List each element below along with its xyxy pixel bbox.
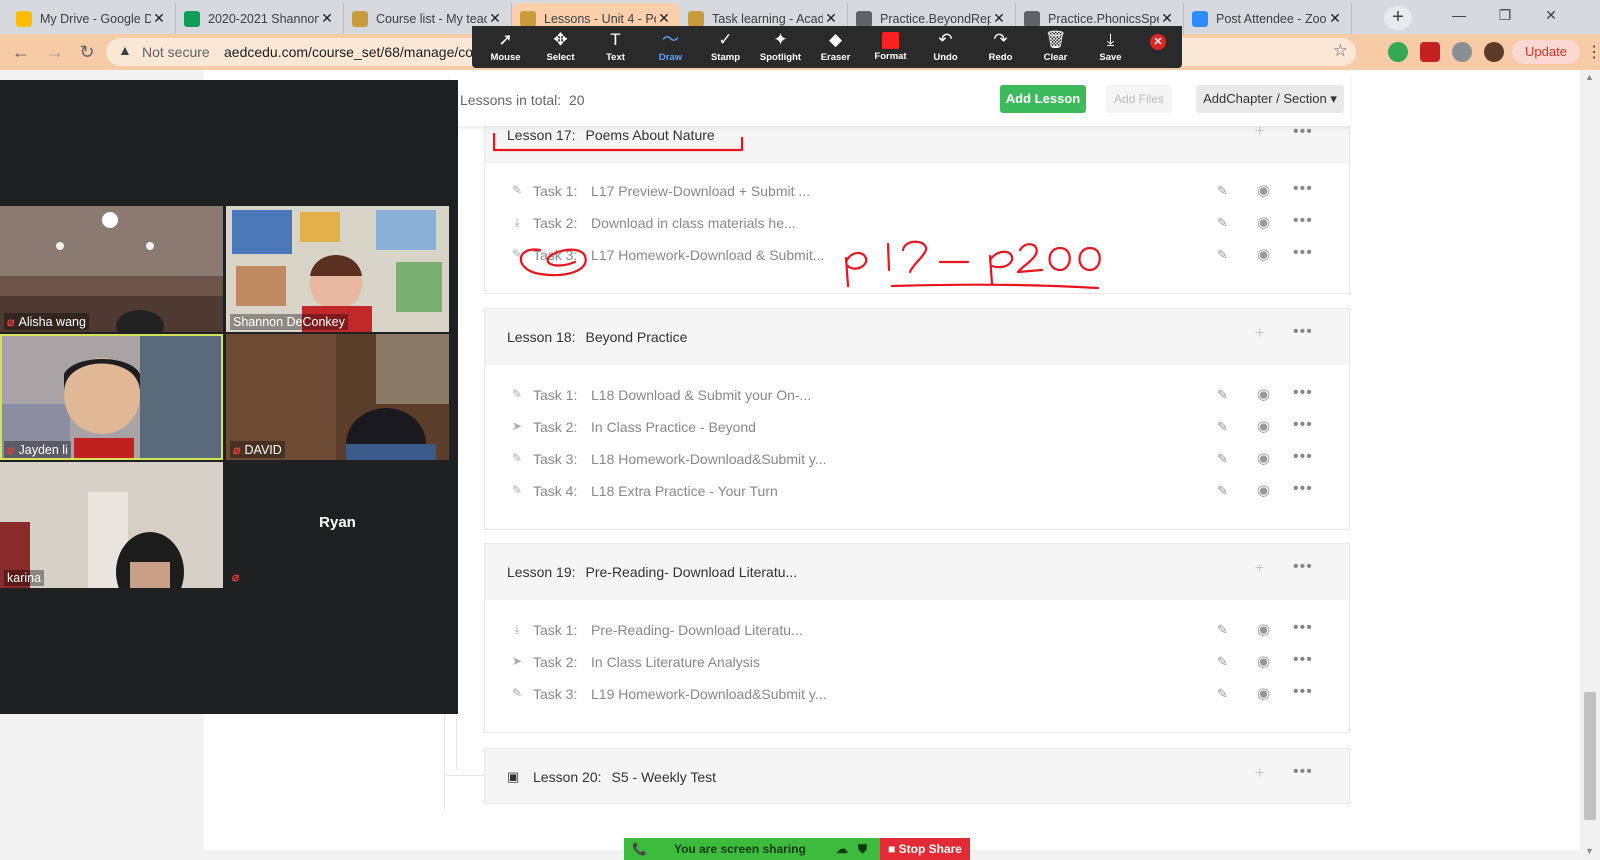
participant-name-text: Jayden li [18, 443, 68, 457]
stamp-icon: ✓ [718, 30, 733, 49]
spotlight-icon: ✦ [773, 30, 788, 49]
trash-icon: 🗑 [1044, 30, 1067, 49]
annotation-tool-spotlight[interactable]: ✦ Spotlight [753, 26, 808, 68]
share-status-bar[interactable]: 📞 You are screen sharing ☁ ⛊ [624, 838, 880, 860]
zoom-annotation-toolbar: ➚ Mouse ✥ Select T Text 〜 Draw ✓ Stamp ✦ Spotlight ◆… [472, 26, 1182, 68]
mouse-pointer-icon: ➚ [498, 30, 513, 49]
participant-name: Shannon DeConkey [230, 314, 348, 330]
tool-label: Undo [933, 52, 958, 63]
participant-video-david[interactable]: ⌀ DAVID [226, 334, 449, 460]
undo-icon: ↶ [938, 30, 953, 49]
participant-name: karina [4, 570, 45, 586]
tool-label: Save [1099, 52, 1122, 63]
annotation-tool-select[interactable]: ✥ Select [533, 26, 588, 68]
participant-name-text: karina [7, 571, 42, 585]
muted-mic-icon: ⌀ [233, 443, 241, 457]
participant-video-jayden[interactable]: ⌀ Jayden li [0, 334, 223, 460]
annotation-tool-stamp[interactable]: ✓ Stamp [698, 26, 753, 68]
stop-share-label: Stop Share [898, 842, 962, 856]
participant-name-text: Shannon DeConkey [233, 315, 345, 329]
tool-label: Spotlight [759, 52, 802, 63]
annotation-tool-save[interactable]: ⤓ Save [1083, 26, 1138, 68]
tool-label: Redo [988, 52, 1013, 63]
participant-name: ⌀ Alisha wang [4, 313, 89, 330]
annotation-tool-redo[interactable]: ↷ Redo [973, 26, 1028, 68]
participant-name-text: Alisha wang [18, 315, 86, 329]
text-icon: T [610, 30, 621, 49]
stop-share-button[interactable]: ■ Stop Share [880, 838, 970, 860]
annotation-tool-text[interactable]: T Text [588, 26, 643, 68]
share-status-text: You are screen sharing [674, 842, 806, 856]
eraser-icon: ◆ [828, 30, 843, 49]
annotation-tool-mouse[interactable]: ➚ Mouse [478, 26, 533, 68]
annotation-tool-draw[interactable]: 〜 Draw [643, 26, 698, 68]
participant-name-text: Ryan [319, 514, 356, 531]
pin-icon: 📞 [632, 842, 647, 856]
tool-label: Eraser [820, 52, 851, 63]
muted-mic-icon: ⌀ [7, 315, 15, 329]
draw-icon: 〜 [662, 30, 679, 49]
close-annotation-icon[interactable]: ✕ [1150, 34, 1166, 50]
underline-annotation [492, 132, 744, 152]
participant-name: ⌀ Jayden li [4, 441, 71, 458]
participant-name-text: DAVID [244, 443, 282, 457]
screen-share-bar: 📞 You are screen sharing ☁ ⛊ ■ Stop Shar… [624, 838, 970, 860]
participant-video-alisha[interactable]: ⌀ Alisha wang [0, 206, 223, 332]
zoom-gallery-view[interactable]: ⌀ Alisha wang Shannon DeConkey ⌀ Jayden li [0, 80, 458, 714]
redo-icon: ↷ [993, 30, 1008, 49]
annotation-tool-format[interactable]: Format [863, 26, 918, 68]
annotation-tool-undo[interactable]: ↶ Undo [918, 26, 973, 68]
tool-label: Draw [658, 52, 683, 63]
tool-label: Select [546, 52, 575, 63]
shield-icon: ⛊ [858, 842, 868, 856]
cloud-icon: ☁ [836, 842, 848, 856]
muted-mic-icon: ⌀ [232, 570, 240, 584]
move-icon: ✥ [553, 30, 568, 49]
muted-mic-icon: ⌀ [7, 443, 15, 457]
participant-video-shannon[interactable]: Shannon DeConkey [226, 206, 449, 332]
format-color-icon [882, 32, 899, 49]
tool-label: Stamp [710, 52, 741, 63]
participant-video-karina[interactable]: karina [0, 462, 223, 588]
tool-label: Text [606, 52, 625, 63]
tool-label: Mouse [490, 52, 521, 63]
participant-video-ryan[interactable]: Ryan ⌀ [226, 462, 449, 588]
annotation-tool-clear[interactable]: 🗑 Clear [1028, 26, 1083, 68]
tool-label: Format [874, 51, 907, 62]
participant-name: ⌀ DAVID [230, 441, 285, 458]
tool-label: Clear [1043, 52, 1068, 63]
annotation-tool-eraser[interactable]: ◆ Eraser [808, 26, 863, 68]
save-icon: ⤓ [1106, 30, 1115, 49]
circle-annotation [519, 248, 587, 277]
